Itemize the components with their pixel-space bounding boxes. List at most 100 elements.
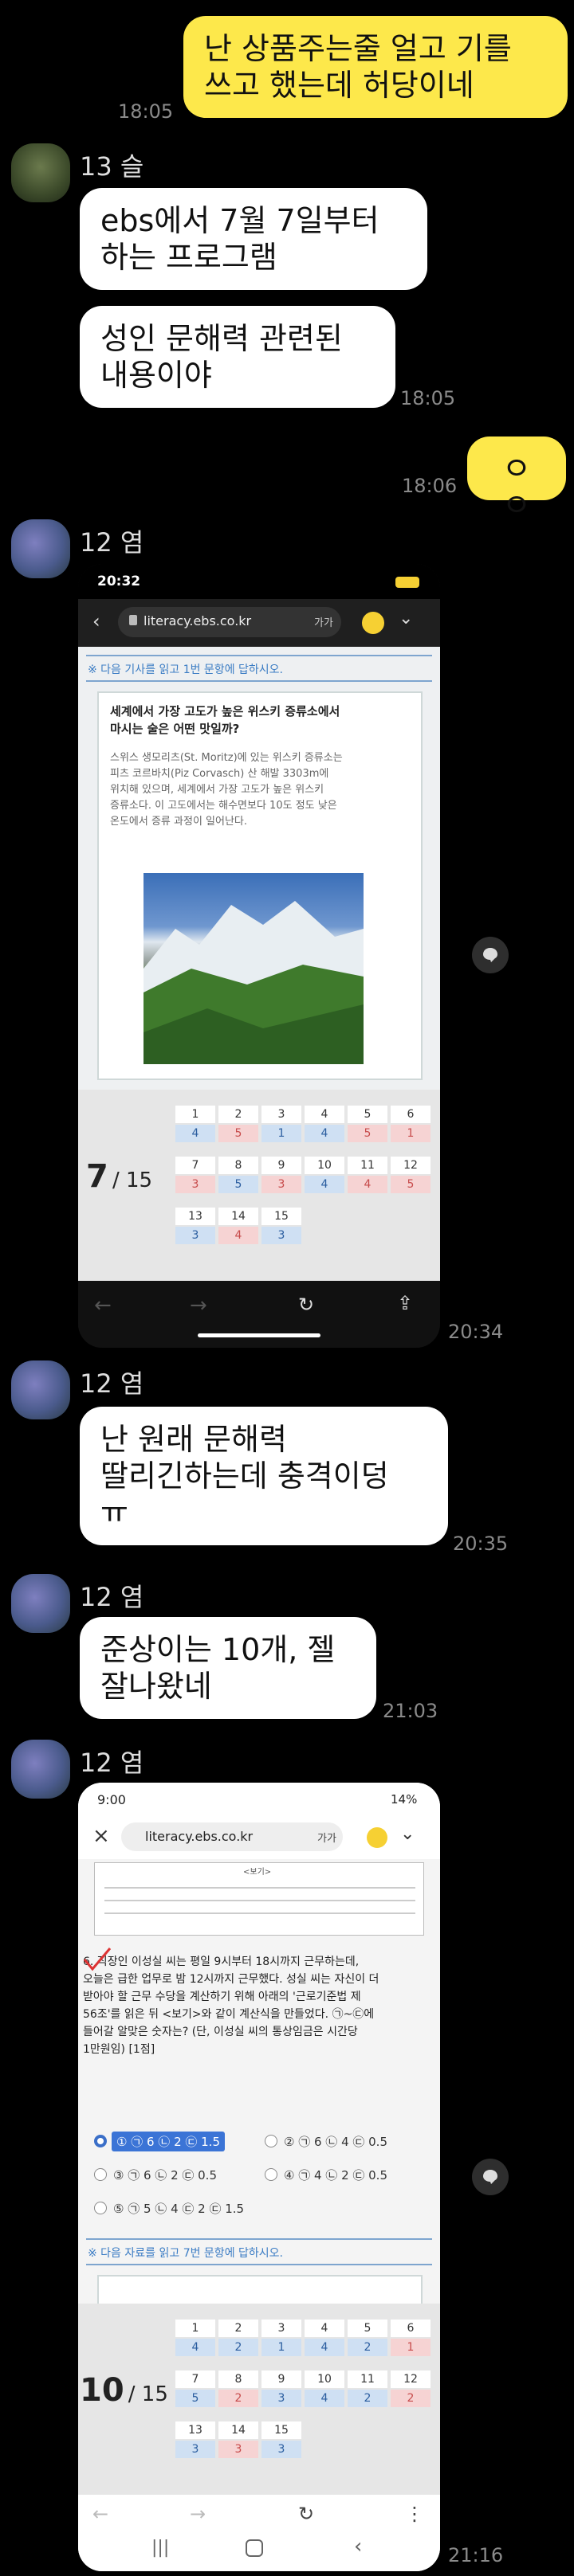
question-number[interactable]: 7 xyxy=(175,1157,215,1174)
chevron-down-icon[interactable]: ⌄ xyxy=(399,609,413,628)
back-arrow-icon[interactable]: ← xyxy=(94,1294,112,1317)
refresh-icon[interactable]: ↻ xyxy=(298,1294,314,1316)
avatar[interactable] xyxy=(11,1740,70,1799)
chat-bubble[interactable]: 성인 문해력 관련된 내용이야 xyxy=(80,306,395,408)
refresh-icon[interactable]: ↻ xyxy=(298,2503,314,2525)
question-number[interactable]: 7 xyxy=(175,2370,215,2388)
url-text: literacy.ebs.co.kr xyxy=(144,613,252,628)
question-number[interactable]: 3 xyxy=(261,1106,301,1123)
answer-value: 2 xyxy=(348,2390,387,2407)
back-arrow-icon[interactable]: ← xyxy=(92,2503,108,2525)
avatar[interactable] xyxy=(11,1360,70,1419)
chat-bubble[interactable]: 준상이는 10개, 젤 잘나왔네 xyxy=(80,1617,376,1719)
url-bar[interactable]: literacy.ebs.co.kr 가가 xyxy=(121,1822,343,1851)
question-number[interactable]: 9 xyxy=(261,2370,301,2388)
forward-arrow-icon[interactable]: → xyxy=(190,2503,206,2525)
chat-bubble[interactable]: ebs에서 7월 7일부터 하는 프로그램 xyxy=(80,188,427,290)
question-number[interactable]: 4 xyxy=(305,1106,344,1123)
question-number[interactable]: 14 xyxy=(218,1208,258,1225)
answer-value: 3 xyxy=(261,2390,301,2407)
answer-value: 1 xyxy=(261,2339,301,2356)
question-number[interactable]: 9 xyxy=(261,1157,301,1174)
answer-value: 3 xyxy=(261,1176,301,1193)
question-number[interactable]: 14 xyxy=(218,2421,258,2439)
question-number[interactable]: 12 xyxy=(391,2370,431,2388)
question-number[interactable]: 11 xyxy=(348,2370,387,2388)
chevron-down-icon[interactable]: ⌄ xyxy=(400,1824,415,1844)
answer-value: 1 xyxy=(391,2339,431,2356)
question-number[interactable]: 10 xyxy=(305,2370,344,2388)
option-label: ⑤ ㉠ 5 ㉡ 4 ㉢ 2 ㉢ 1.5 xyxy=(113,2202,245,2216)
font-size-button[interactable]: 가가 xyxy=(314,614,333,629)
question-number[interactable]: 6 xyxy=(391,1106,431,1123)
progress-panel: 7 / 15 1 4 2 5 3 1 4 4 5 5 6 1 7 3 8 5 9 3 10 4 11 4 12 5 13 3 14 4… xyxy=(78,1090,440,1281)
option-4[interactable]: ④ ㉠ 4 ㉡ 2 ㉢ 0.5 xyxy=(265,2163,424,2186)
menu-circle-icon[interactable] xyxy=(362,612,384,634)
share-button[interactable] xyxy=(472,937,509,973)
question-number[interactable]: 8 xyxy=(218,1157,258,1174)
home-indicator xyxy=(198,1333,320,1337)
question-number[interactable]: 1 xyxy=(175,1106,215,1123)
sender-name: 13 슬 xyxy=(80,151,144,182)
question-number[interactable]: 1 xyxy=(175,2320,215,2337)
question-number[interactable]: 15 xyxy=(261,2421,301,2439)
progress-counter: 7 / 15 xyxy=(86,1158,153,1195)
radio-selected-icon xyxy=(94,2135,107,2147)
recent-apps-icon[interactable]: ||| xyxy=(151,2538,169,2558)
menu-circle-icon[interactable] xyxy=(367,1827,387,1848)
browser-bottom-bar: ← → ↻ ⇪ xyxy=(78,1281,440,1348)
question-number[interactable]: 6 xyxy=(391,2320,431,2337)
option-label: ④ ㉠ 4 ㉡ 2 ㉢ 0.5 xyxy=(284,2168,387,2183)
question-number[interactable]: 3 xyxy=(261,2320,301,2337)
share-button[interactable] xyxy=(472,2159,509,2195)
question-number[interactable]: 15 xyxy=(261,1208,301,1225)
answer-value: 3 xyxy=(175,2441,215,2458)
answer-value: 3 xyxy=(261,1227,301,1244)
message-time: 20:34 xyxy=(448,1321,504,1343)
option-2[interactable]: ② ㉠ 6 ㉡ 4 ㉢ 0.5 xyxy=(265,2130,424,2152)
instruction-text: ※ 다음 기사를 읽고 1번 문항에 답하시오. xyxy=(88,664,283,676)
question-number[interactable]: 4 xyxy=(305,2320,344,2337)
option-label: ① ㉠ 6 ㉡ 2 ㉢ 1.5 xyxy=(112,2132,225,2151)
question-number[interactable]: 2 xyxy=(218,1106,258,1123)
more-icon[interactable]: ⋮ xyxy=(405,2503,424,2525)
question-number[interactable]: 12 xyxy=(391,1157,431,1174)
close-icon[interactable]: × xyxy=(92,1824,110,1848)
avatar[interactable] xyxy=(11,519,70,578)
browser-toolbar: × literacy.ebs.co.kr 가가 ⌄ xyxy=(78,1816,440,1859)
status-bar: 9:00 14% xyxy=(78,1783,440,1816)
question-number[interactable]: 13 xyxy=(175,1208,215,1225)
avatar[interactable] xyxy=(11,1574,70,1633)
sender-name: 12 염 xyxy=(80,1582,144,1612)
share-icon[interactable]: ⇪ xyxy=(397,1292,413,1314)
option-5[interactable]: ⑤ ㉠ 5 ㉡ 4 ㉢ 2 ㉢ 1.5 xyxy=(94,2197,254,2219)
avatar[interactable] xyxy=(11,143,70,202)
answer-value: 4 xyxy=(218,1227,258,1244)
back-icon[interactable]: ‹ xyxy=(92,610,100,632)
url-bar[interactable]: literacy.ebs.co.kr 가가 xyxy=(118,607,341,637)
option-1[interactable]: ① ㉠ 6 ㉡ 2 ㉢ 1.5 xyxy=(94,2130,238,2152)
question-number[interactable]: 10 xyxy=(305,1157,344,1174)
chat-bubble-mine[interactable]: ㅇㅇ xyxy=(467,437,566,524)
answer-value: 5 xyxy=(218,1176,258,1193)
answer-value: 5 xyxy=(175,2390,215,2407)
question-number[interactable]: 11 xyxy=(348,1157,387,1174)
back-nav-icon[interactable]: ‹ xyxy=(354,2535,362,2558)
question-number[interactable]: 13 xyxy=(175,2421,215,2439)
browser-toolbar: ‹ literacy.ebs.co.kr 가가 ⌄ xyxy=(78,599,440,647)
chat-bubble-mine[interactable]: 난 상품주는줄 얼고 기를 쓰고 했는데 허당이네 xyxy=(183,16,568,118)
blue-line xyxy=(86,2264,432,2265)
screenshot-image[interactable]: 9:00 14% × literacy.ebs.co.kr 가가 ⌄ <보기> … xyxy=(78,1783,440,2571)
question-number[interactable]: 5 xyxy=(348,2320,387,2337)
forward-arrow-icon[interactable]: → xyxy=(190,1294,207,1317)
question-number[interactable]: 8 xyxy=(218,2370,258,2388)
blue-line xyxy=(86,2238,432,2240)
font-size-button[interactable]: 가가 xyxy=(317,1830,336,1845)
question-number[interactable]: 2 xyxy=(218,2320,258,2337)
screenshot-image[interactable]: 20:32 ‹ literacy.ebs.co.kr 가가 ⌄ ※ 다음 기사를… xyxy=(78,564,440,1348)
chat-bubble[interactable]: 난 원래 문해력 딸리긴하는데 충격이덩 ㅠ xyxy=(80,1407,448,1545)
option-3[interactable]: ③ ㉠ 6 ㉡ 2 ㉢ 0.5 xyxy=(94,2163,254,2186)
question-number[interactable]: 5 xyxy=(348,1106,387,1123)
home-icon[interactable] xyxy=(246,2539,263,2557)
answer-value: 3 xyxy=(175,1176,215,1193)
